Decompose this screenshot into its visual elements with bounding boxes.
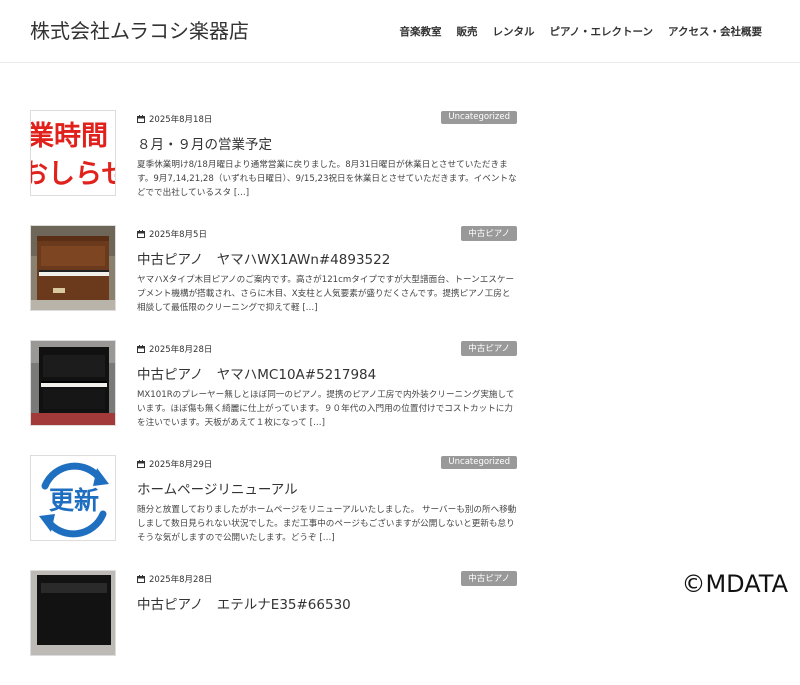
category-badge[interactable]: 中古ピアノ bbox=[461, 341, 517, 356]
post-excerpt: MX101Rのプレーヤー無しとほぼ同一のピアノ。提携のピアノ工房で内外装クリーニ… bbox=[137, 390, 515, 428]
post-date-text: 2025年8月5日 bbox=[149, 230, 207, 240]
nav-music-school[interactable]: 音楽教室 bbox=[399, 24, 441, 39]
wood-upright-piano-photo bbox=[31, 226, 115, 310]
renewal-icon: 更新 bbox=[31, 456, 115, 540]
post-item: 更新 2025年8月29日 Uncategorized ホームページリニューアル… bbox=[30, 455, 517, 570]
nav-sales[interactable]: 販売 bbox=[456, 24, 477, 39]
business-hours-notice-icon: 業時間 おしらせ bbox=[31, 111, 116, 195]
post-thumbnail[interactable] bbox=[30, 340, 116, 426]
calendar-icon bbox=[137, 115, 145, 123]
post-excerpt: ヤマハXタイプ木目ピアノのご案内です。高さが121cmタイプですが大型譜面台、ト… bbox=[137, 275, 515, 313]
notice-line2: おしらせ bbox=[31, 159, 116, 190]
post-item: 2025年8月28日 中古ピアノ 中古ピアノ エテルナE35#66530 bbox=[30, 570, 517, 685]
black-upright-piano-photo bbox=[31, 341, 115, 425]
category-badge[interactable]: 中古ピアノ bbox=[461, 571, 517, 586]
post-title[interactable]: 中古ピアノ ヤマハMC10A#5217984 bbox=[137, 363, 376, 383]
category-badge[interactable]: 中古ピアノ bbox=[461, 226, 517, 241]
post-thumbnail[interactable]: 更新 bbox=[30, 455, 116, 541]
main-nav: 音楽教室 販売 レンタル ピアノ・エレクトーン アクセス・会社概要 bbox=[384, 24, 762, 39]
post-title[interactable]: ８月・９月の営業予定 bbox=[137, 133, 272, 153]
category-badge[interactable]: Uncategorized bbox=[441, 111, 517, 124]
category-badge[interactable]: Uncategorized bbox=[441, 456, 517, 469]
post-item: 2025年8月28日 中古ピアノ 中古ピアノ ヤマハMC10A#5217984 … bbox=[30, 340, 517, 455]
post-thumbnail[interactable] bbox=[30, 570, 116, 656]
site-header: 株式会社ムラコシ楽器店 音楽教室 販売 レンタル ピアノ・エレクトーン アクセス… bbox=[0, 0, 800, 63]
post-title[interactable]: ホームページリニューアル bbox=[137, 478, 298, 498]
notice-line1: 業時間 bbox=[31, 121, 108, 152]
post-date: 2025年8月28日 bbox=[137, 573, 212, 585]
nav-access-company[interactable]: アクセス・会社概要 bbox=[668, 24, 762, 39]
copyright-watermark: ©MDATA bbox=[681, 570, 788, 598]
post-date: 2025年8月29日 bbox=[137, 458, 212, 470]
calendar-icon bbox=[137, 460, 145, 468]
post-date: 2025年8月28日 bbox=[137, 343, 212, 355]
post-date: 2025年8月5日 bbox=[137, 228, 207, 240]
post-date-text: 2025年8月18日 bbox=[149, 115, 213, 125]
post-excerpt: 夏季休業明け8/18月曜日より通常営業に戻りました。8月31日曜日が休業日とさせ… bbox=[137, 160, 517, 198]
site-title[interactable]: 株式会社ムラコシ楽器店 bbox=[30, 15, 249, 44]
post-item: 業時間 おしらせ 2025年8月18日 Uncategorized ８月・９月の… bbox=[30, 110, 517, 225]
black-piano-photo bbox=[31, 571, 115, 655]
calendar-icon bbox=[137, 345, 145, 353]
post-title[interactable]: 中古ピアノ エテルナE35#66530 bbox=[137, 593, 351, 613]
post-date: 2025年8月18日 bbox=[137, 113, 212, 125]
post-excerpt: 随分と放置しておりましたがホームページをリニューアルいたしました。 サーバーも別… bbox=[137, 505, 517, 543]
calendar-icon bbox=[137, 230, 145, 238]
post-item: 2025年8月5日 中古ピアノ 中古ピアノ ヤマハWX1AWn#4893522 … bbox=[30, 225, 517, 340]
post-date-text: 2025年8月28日 bbox=[149, 575, 213, 585]
post-date-text: 2025年8月28日 bbox=[149, 345, 213, 355]
nav-rental[interactable]: レンタル bbox=[492, 24, 534, 39]
post-thumbnail[interactable] bbox=[30, 225, 116, 311]
post-title[interactable]: 中古ピアノ ヤマハWX1AWn#4893522 bbox=[137, 248, 390, 268]
calendar-icon bbox=[137, 575, 145, 583]
post-thumbnail[interactable]: 業時間 おしらせ bbox=[30, 110, 116, 196]
post-list: 業時間 おしらせ 2025年8月18日 Uncategorized ８月・９月の… bbox=[30, 110, 517, 685]
nav-piano-electone[interactable]: ピアノ・エレクトーン bbox=[549, 24, 653, 39]
post-date-text: 2025年8月29日 bbox=[149, 460, 213, 470]
renewal-text: 更新 bbox=[49, 486, 99, 515]
